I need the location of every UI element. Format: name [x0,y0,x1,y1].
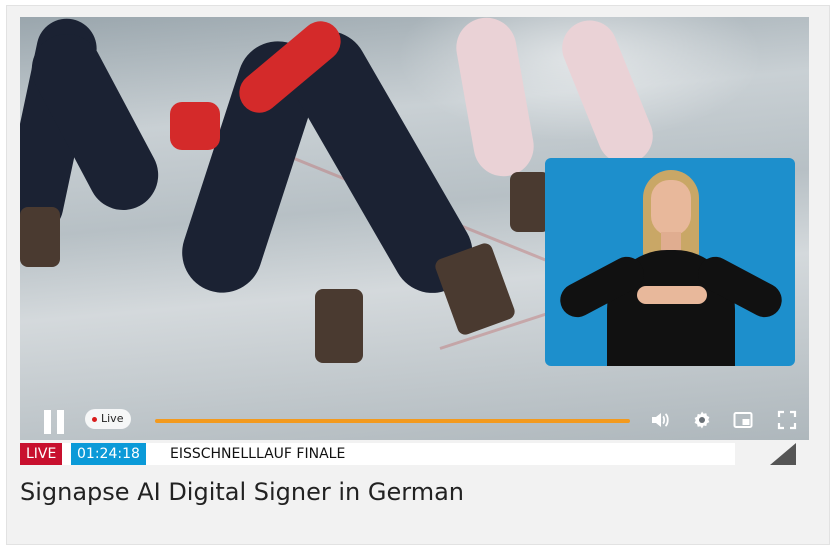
picture-in-picture-icon[interactable] [733,410,753,430]
signer-hands [637,286,707,304]
skate-boot [510,172,550,232]
player-controls: Live [20,387,809,437]
volume-icon[interactable] [650,410,670,430]
skater-leg [451,17,539,181]
news-ticker: LIVE 01:24:18 EISSCHNELLLAUF FINALE [20,443,797,465]
pause-icon[interactable] [44,410,66,434]
gear-icon[interactable] [692,410,712,430]
skate-boot [20,207,60,267]
skater-glove [170,102,220,150]
fullscreen-icon[interactable] [777,410,797,430]
skate-boot [315,289,363,363]
signer-face [651,180,691,236]
progress-bar[interactable] [155,419,630,423]
ticker-title: EISSCHNELLLAUF FINALE [170,446,346,462]
sign-language-overlay [545,158,795,366]
ticker-live-badge: LIVE [20,443,63,465]
video-player[interactable]: Live [20,17,809,440]
live-indicator[interactable]: Live [85,409,132,429]
ticker-time: 01:24:18 [71,443,146,465]
video-caption: Signapse AI Digital Signer in German [20,478,464,506]
skater-leg [553,17,662,172]
